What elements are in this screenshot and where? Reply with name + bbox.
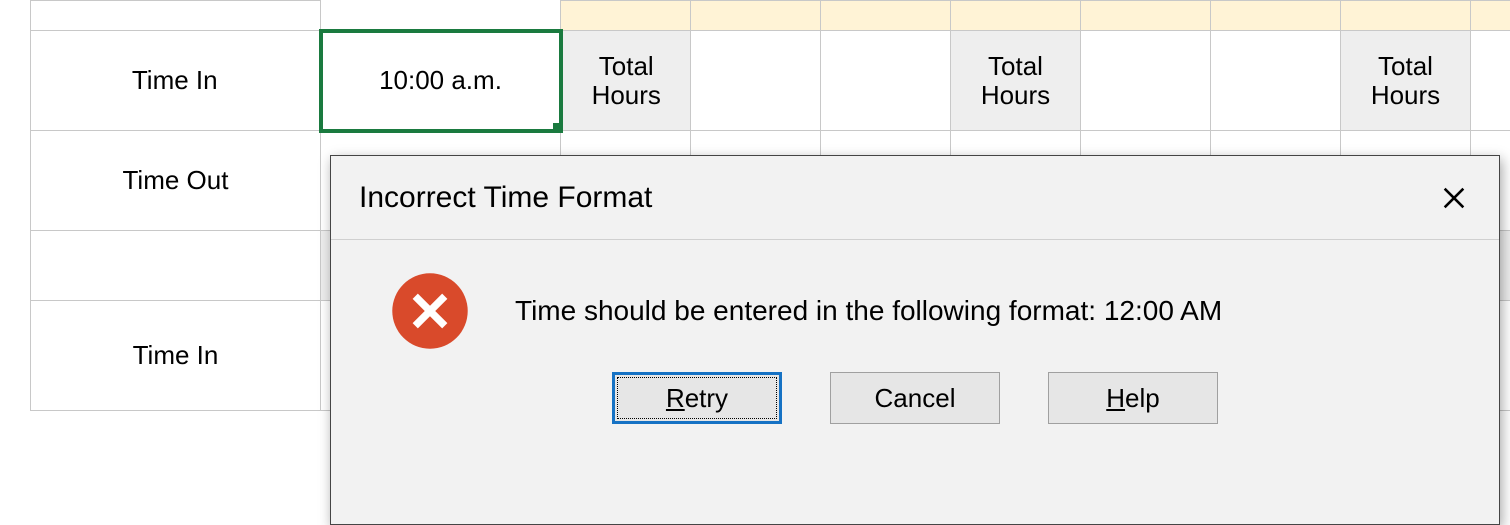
dialog-message: Time should be entered in the following … [515,295,1222,327]
row-label-time-in: Time In [31,31,321,131]
dialog-titlebar: Incorrect Time Format [331,156,1499,240]
error-icon [389,270,471,352]
cell[interactable] [691,31,821,131]
row-time-in: Time In 10:00 a.m. TotalHours TotalHours… [31,31,1510,131]
retry-button-rest: etry [685,383,728,413]
header-band-row [31,1,1510,31]
cell[interactable] [1081,31,1211,131]
cell[interactable] [821,31,951,131]
selected-cell[interactable]: 10:00 a.m. [321,31,561,131]
help-button[interactable]: Help [1048,372,1218,424]
cancel-button[interactable]: Cancel [830,372,1000,424]
dialog-button-row: Retry Cancel Help [331,362,1499,444]
selected-cell-value: 10:00 a.m. [379,65,502,95]
total-hours-header-1: TotalHours [561,31,691,131]
total-hours-header-2: TotalHours [951,31,1081,131]
retry-button[interactable]: Retry [612,372,782,424]
dialog-title: Incorrect Time Format [359,181,652,215]
row-label-time-out: Time Out [31,131,321,231]
error-dialog: Incorrect Time Format Time should be ent… [330,155,1500,525]
row-label-time-in-2: Time In [31,301,321,411]
cell[interactable] [1211,31,1341,131]
cell[interactable] [1471,31,1510,131]
help-button-rest: elp [1125,383,1160,413]
total-hours-header-3: TotalHours [1341,31,1471,131]
close-icon[interactable] [1431,175,1477,221]
